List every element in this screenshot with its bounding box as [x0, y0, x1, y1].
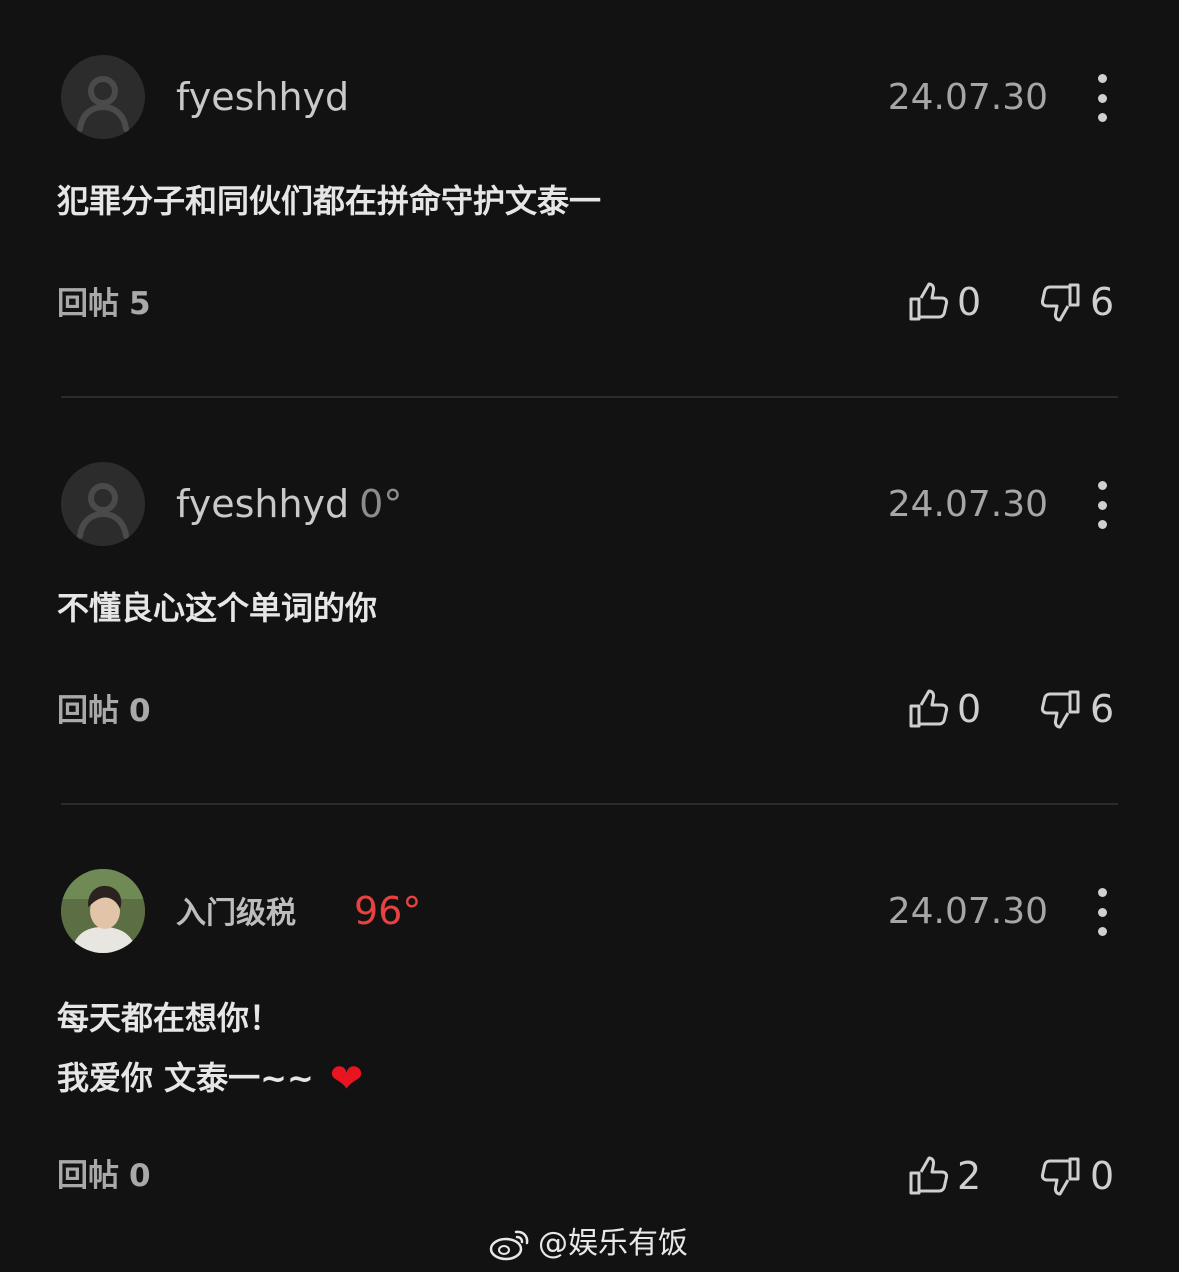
like-count: 0: [957, 687, 982, 731]
dislike-count: 0: [1090, 1154, 1115, 1198]
user-degree: 0°: [359, 482, 403, 526]
more-options-icon[interactable]: [1094, 888, 1110, 936]
reply-button[interactable]: 回帖 0: [57, 1156, 151, 1196]
dislike-button[interactable]: 6: [1040, 687, 1114, 731]
dislike-button[interactable]: 6: [1040, 280, 1114, 324]
reply-count: 0: [129, 1158, 151, 1194]
more-options-icon[interactable]: [1094, 74, 1110, 122]
thumbs-down-icon: [1040, 283, 1080, 322]
comment-date: 24.07.30: [887, 891, 1048, 932]
username[interactable]: 入门级税: [176, 891, 296, 937]
reply-label: 回帖: [57, 1158, 119, 1194]
thumbs-down-icon: [1040, 690, 1080, 729]
like-count: 2: [957, 1154, 982, 1198]
dislike-count: 6: [1090, 280, 1115, 324]
reply-count: 0: [129, 693, 151, 729]
thumbs-up-icon: [909, 282, 949, 321]
default-avatar-icon: [77, 483, 129, 539]
username-text: fyeshhyd: [176, 75, 350, 119]
username-text: 入门级税: [176, 896, 296, 931]
thumbs-up-icon: [909, 689, 949, 728]
reply-count: 5: [129, 286, 151, 322]
comment-line: 不懂良心这个单词的你: [57, 589, 378, 627]
watermark: @娱乐有饭: [488, 1225, 688, 1263]
avatar[interactable]: [61, 55, 145, 139]
dislike-count: 6: [1090, 687, 1115, 731]
comment-line: 我爱你 文泰一~~ ❤: [57, 1048, 363, 1109]
username[interactable]: fyeshhyd 0°: [176, 481, 402, 527]
comment-text: 每天都在想你！ 我爱你 文泰一~~ ❤: [57, 988, 363, 1109]
reply-label: 回帖: [57, 286, 119, 322]
comment-line: 犯罪分子和同伙们都在拼命守护文泰一: [57, 182, 602, 220]
reply-button[interactable]: 回帖 0: [57, 691, 151, 731]
like-button[interactable]: 0: [907, 687, 981, 731]
reply-label: 回帖: [57, 693, 119, 729]
username[interactable]: fyeshhyd: [176, 74, 349, 120]
like-button[interactable]: 0: [907, 280, 981, 324]
username-text: fyeshhyd: [176, 482, 350, 526]
comment-text: 犯罪分子和同伙们都在拼命守护文泰一: [57, 180, 601, 222]
more-options-icon[interactable]: [1094, 481, 1110, 529]
thumbs-down-icon: [1040, 1157, 1080, 1196]
like-button[interactable]: 2: [907, 1154, 981, 1198]
reply-button[interactable]: 回帖 5: [57, 284, 151, 324]
comment-text: 不懂良心这个单词的你: [57, 587, 377, 629]
dislike-button[interactable]: 0: [1040, 1154, 1114, 1198]
thumbs-up-icon: [909, 1156, 949, 1195]
comment-line-text: 我爱你 文泰一~~: [57, 1059, 314, 1097]
user-degree: 96°: [354, 889, 422, 933]
avatar[interactable]: [61, 869, 145, 953]
user-photo-avatar: [61, 869, 145, 953]
weibo-logo-icon: [489, 1230, 529, 1261]
comment-date: 24.07.30: [887, 484, 1048, 525]
avatar[interactable]: [61, 462, 145, 546]
comment-line: 每天都在想你！: [57, 999, 282, 1037]
comment-list-page: fyeshhyd 24.07.30 犯罪分子和同伙们都在拼命守护文泰一 回帖 5 …: [0, 0, 1179, 1272]
heart-emoji: ❤: [329, 1056, 364, 1102]
divider: [61, 803, 1118, 805]
comment-date: 24.07.30: [887, 77, 1048, 118]
like-count: 0: [957, 280, 982, 324]
divider: [61, 396, 1118, 398]
default-avatar-icon: [77, 76, 129, 132]
watermark-text: @娱乐有饭: [538, 1226, 688, 1261]
